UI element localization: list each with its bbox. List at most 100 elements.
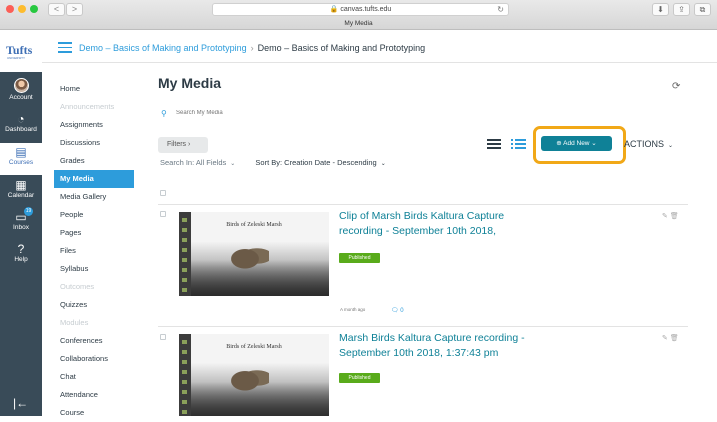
comments-count[interactable]: 🗨 0 [391,307,404,314]
course-nav-collaborations[interactable]: Collaborations [54,350,134,368]
media-item-checkbox[interactable] [160,211,166,217]
menu-toggle-icon[interactable] [58,42,72,53]
row-divider [158,204,688,205]
duck-image [229,242,269,270]
forward-button[interactable]: > [66,3,83,16]
comments-number: 0 [400,308,404,314]
search-in-label: Search In: All Fields [160,158,227,167]
course-nav-grades[interactable]: Grades [54,152,134,170]
logo-area[interactable]: Tufts UNIVERSITY [0,30,42,72]
comment-icon: 🗨 [391,308,401,314]
delete-icon[interactable]: 🗑 [670,335,679,342]
nav-inbox[interactable]: ▭ 19 Inbox [0,207,42,240]
download-icon[interactable]: ⬇ [652,3,669,16]
media-item-tools: ✎ 🗑 [662,334,679,342]
search-in-dropdown[interactable]: Search In: All Fields ⌄ [160,158,235,167]
chevron-right-icon: › [188,141,191,148]
edit-icon[interactable]: ✎ [662,335,668,342]
page-title: My Media [158,75,222,91]
dashboard-icon: ◔ [17,112,25,126]
row-divider [158,326,688,327]
duck-image [229,364,269,392]
course-nav-syllabus[interactable]: Syllabus [54,260,134,278]
tab-title[interactable]: My Media [0,18,717,30]
add-new-button[interactable]: ⊕ Add New ⌄ [541,136,612,151]
course-nav-people[interactable]: People [54,206,134,224]
inbox-badge: 19 [24,207,33,216]
published-badge: Published [339,253,380,263]
nav-inbox-label: Inbox [13,224,29,231]
filters-label: Filters [167,141,187,148]
collapse-nav-icon[interactable]: |← [13,396,28,410]
url-text: canvas.tufts.edu [340,6,392,13]
course-nav: Home Announcements Assignments Discussio… [54,80,134,422]
select-all-checkbox[interactable] [160,190,166,196]
reload-icon[interactable]: ↻ [497,4,504,16]
nav-courses-label: Courses [8,159,34,166]
course-nav-files[interactable]: Files [54,242,134,260]
course-nav-course[interactable]: Course [54,404,134,422]
media-item-tools: ✎ 🗑 [662,212,679,220]
thumbnail-caption: Birds of Zeleski Marsh [226,344,282,350]
course-nav-discussions[interactable]: Discussions [54,134,134,152]
help-icon: ? [17,242,25,256]
course-nav-pages[interactable]: Pages [54,224,134,242]
course-nav-assignments[interactable]: Assignments [54,116,134,134]
breadcrumb: Demo – Basics of Making and Prototyping ›… [79,42,425,54]
course-nav-home[interactable]: Home [54,80,134,98]
global-nav: Tufts UNIVERSITY Account ◔ Dashboard ▤ C… [0,30,42,416]
edit-icon[interactable]: ✎ [662,213,668,220]
back-button[interactable]: < [48,3,65,16]
delete-icon[interactable]: 🗑 [670,213,679,220]
sort-by-dropdown[interactable]: Sort By: Creation Date - Descending ⌄ [255,158,385,167]
nav-help[interactable]: ? Help [0,240,42,272]
header-divider [42,62,717,63]
calendar-icon: ▦ [15,178,27,192]
nav-dashboard[interactable]: ◔ Dashboard [0,110,42,142]
tabs-icon[interactable]: ⧉ [694,3,711,16]
close-window-button[interactable] [6,5,14,13]
course-nav-outcomes[interactable]: Outcomes [54,278,134,296]
course-nav-media-gallery[interactable]: Media Gallery [54,188,134,206]
thumbnail-caption: Birds of Zeleski Marsh [226,222,282,228]
list-view-icon[interactable] [487,139,501,150]
filters-button[interactable]: Filters › [158,137,208,153]
nav-calendar[interactable]: ▦ Calendar [0,176,42,208]
course-nav-attendance[interactable]: Attendance [54,386,134,404]
chevron-down-icon: ⌄ [380,161,386,167]
breadcrumb-current: Demo – Basics of Making and Prototyping [257,43,426,53]
course-nav-chat[interactable]: Chat [54,368,134,386]
browser-chrome: < > 🔒 canvas.tufts.edu ↻ ⬇ ⇪ ⧉ My Media [0,0,717,30]
media-age: A month ago [340,307,366,312]
url-bar[interactable]: 🔒 canvas.tufts.edu ↻ [212,3,509,16]
search-input[interactable] [176,107,476,119]
chevron-down-icon: ⌄ [668,143,674,149]
share-icon[interactable]: ⇪ [673,3,690,16]
media-thumbnail[interactable]: Birds of Zeleski Marsh [179,212,329,296]
maximize-window-button[interactable] [30,5,38,13]
minimize-window-button[interactable] [18,5,26,13]
detailed-view-icon[interactable] [511,139,526,150]
course-nav-conferences[interactable]: Conferences [54,332,134,350]
lock-icon: 🔒 [329,6,339,13]
media-title-link[interactable]: Marsh Birds Kaltura Capture recording - … [339,331,549,361]
avatar [13,78,29,93]
book-icon: ▤ [15,145,27,159]
course-nav-my-media[interactable]: My Media [54,170,134,188]
published-badge: Published [339,373,380,383]
nav-calendar-label: Calendar [7,192,35,199]
course-nav-quizzes[interactable]: Quizzes [54,296,134,314]
chevron-right-icon: › [250,43,254,53]
nav-help-label: Help [14,256,28,263]
actions-dropdown[interactable]: ACTIONS ⌄ [624,139,673,149]
course-nav-modules[interactable]: Modules [54,314,134,332]
media-title-link[interactable]: Clip of Marsh Birds Kaltura Capture reco… [339,209,549,239]
media-item-checkbox[interactable] [160,334,166,340]
sort-by-label: Sort By: Creation Date - Descending [255,158,377,167]
refresh-icon[interactable]: ⟳ [672,81,680,92]
nav-courses[interactable]: ▤ Courses [0,143,42,175]
breadcrumb-course-link[interactable]: Demo – Basics of Making and Prototyping [79,43,247,53]
nav-account[interactable]: Account [0,75,42,107]
media-thumbnail[interactable]: Birds of Zeleski Marsh [179,334,329,416]
course-nav-announcements[interactable]: Announcements [54,98,134,116]
